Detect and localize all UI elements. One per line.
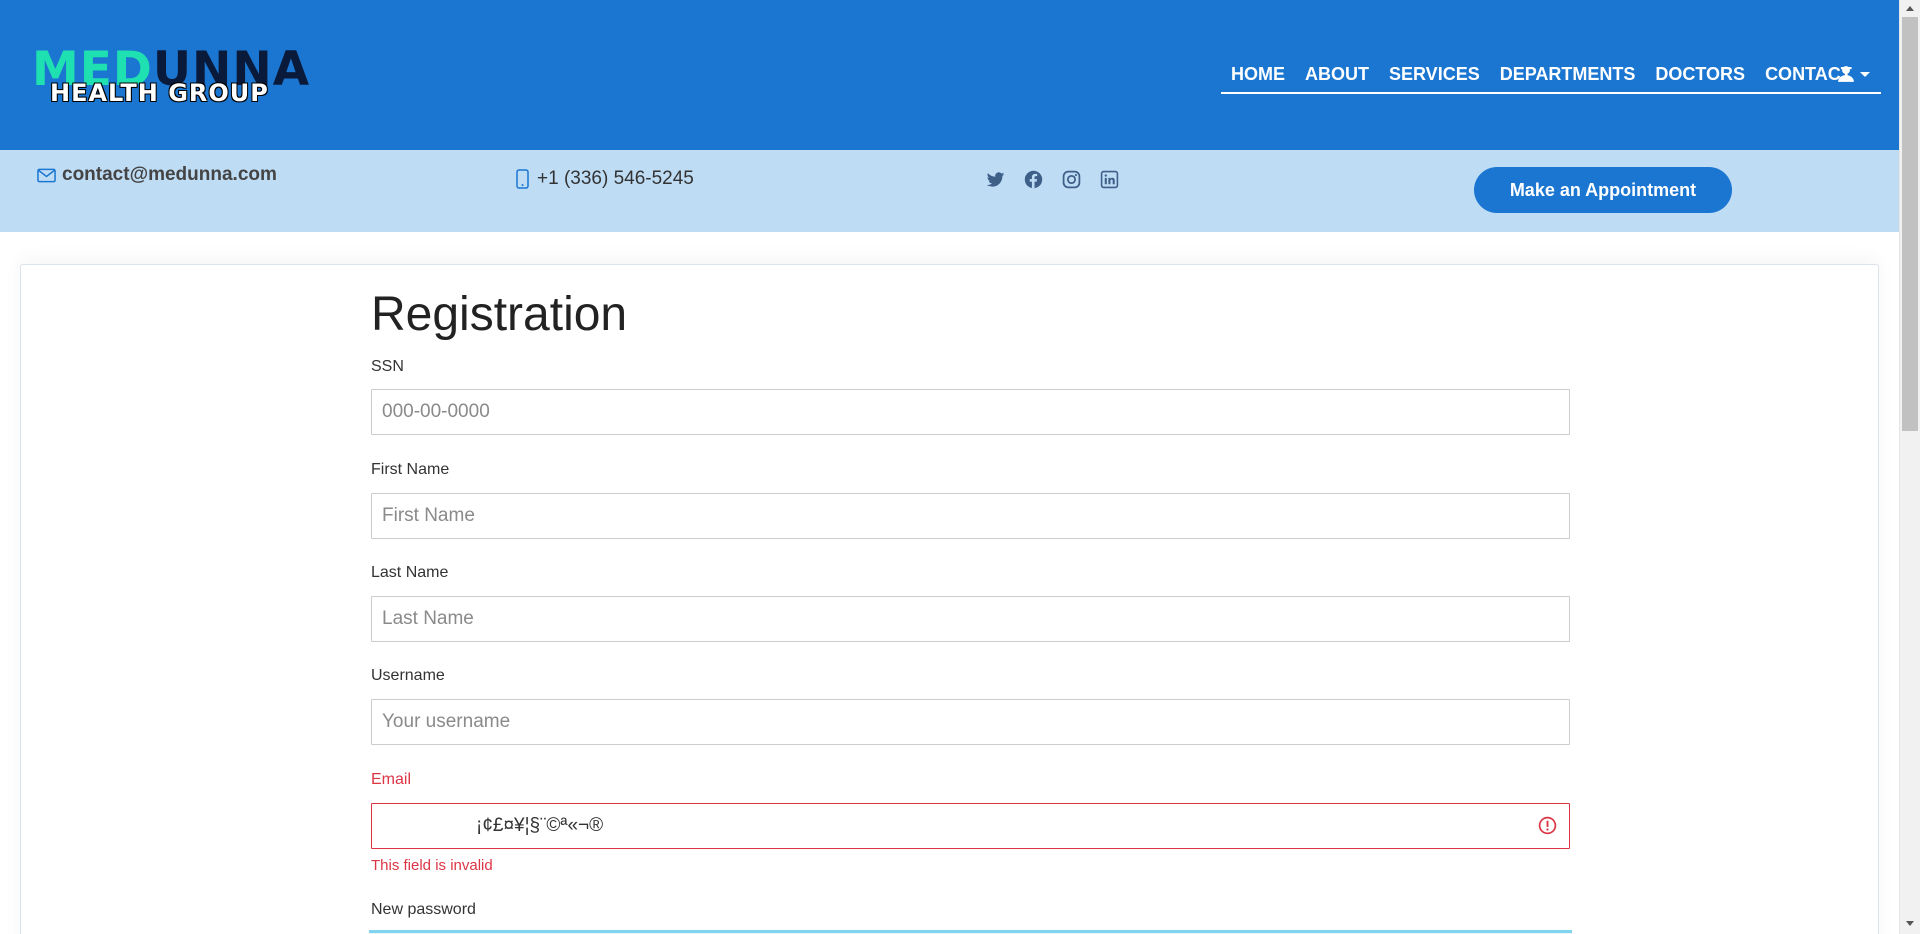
social-links — [986, 170, 1119, 189]
page-title: Registration — [371, 288, 628, 341]
chevron-down-icon — [1860, 72, 1870, 77]
instagram-icon — [1062, 170, 1081, 189]
last-name-input[interactable] — [371, 596, 1570, 642]
scrollbar-thumb[interactable] — [1902, 17, 1918, 431]
main-nav: HOME ABOUT SERVICES DEPARTMENTS DOCTORS … — [1221, 60, 1870, 94]
instagram-link[interactable] — [1062, 170, 1081, 189]
email-error-message: This field is invalid — [371, 857, 493, 874]
user-icon — [1838, 66, 1854, 82]
username-label: Username — [371, 667, 445, 684]
nav-item-doctors[interactable]: DOCTORS — [1645, 60, 1755, 88]
error-icon — [1538, 816, 1557, 835]
nav-item-services[interactable]: SERVICES — [1379, 60, 1490, 88]
mobile-phone-icon — [516, 169, 529, 189]
first-name-input[interactable] — [371, 493, 1570, 539]
nav-item-about[interactable]: ABOUT — [1295, 60, 1379, 88]
site-header: MEDUNNA HEALTH GROUP HOME ABOUT SERVICES… — [0, 0, 1899, 150]
linkedin-link[interactable] — [1100, 170, 1119, 189]
account-menu-button[interactable] — [1829, 60, 1881, 94]
contact-bar: contact@medunna.com +1 (336) 546-5245 Ma… — [0, 150, 1899, 232]
nav-item-departments[interactable]: DEPARTMENTS — [1490, 60, 1646, 88]
nav-item-home[interactable]: HOME — [1221, 60, 1295, 88]
twitter-link[interactable] — [986, 170, 1005, 189]
medunna-logo[interactable]: MEDUNNA HEALTH GROUP — [32, 46, 392, 108]
new-password-input[interactable] — [369, 930, 1572, 934]
ssn-label: SSN — [371, 358, 404, 375]
scroll-up-arrow-icon[interactable] — [1906, 6, 1914, 11]
facebook-link[interactable] — [1024, 170, 1043, 189]
contact-phone-text: +1 (336) 546-5245 — [537, 168, 694, 189]
envelope-icon — [37, 168, 56, 182]
email-input[interactable] — [371, 803, 1570, 849]
contact-email[interactable]: contact@medunna.com — [37, 164, 277, 186]
contact-phone[interactable]: +1 (336) 546-5245 — [516, 168, 694, 190]
make-appointment-button[interactable]: Make an Appointment — [1474, 167, 1732, 213]
linkedin-icon — [1100, 170, 1119, 189]
ssn-input[interactable] — [371, 389, 1570, 435]
username-input[interactable] — [371, 699, 1570, 745]
last-name-label: Last Name — [371, 564, 449, 581]
facebook-icon — [1024, 170, 1043, 189]
twitter-icon — [986, 172, 1005, 187]
email-label: Email — [371, 771, 412, 788]
contact-email-text: contact@medunna.com — [62, 164, 277, 185]
logo-tagline: HEALTH GROUP — [50, 79, 269, 107]
registration-card: Registration SSN First Name Last Name Us… — [20, 264, 1879, 934]
page-scrollbar[interactable] — [1899, 0, 1920, 934]
new-password-label: New password — [371, 901, 476, 918]
first-name-label: First Name — [371, 461, 450, 478]
scroll-down-arrow-icon[interactable] — [1906, 921, 1914, 926]
